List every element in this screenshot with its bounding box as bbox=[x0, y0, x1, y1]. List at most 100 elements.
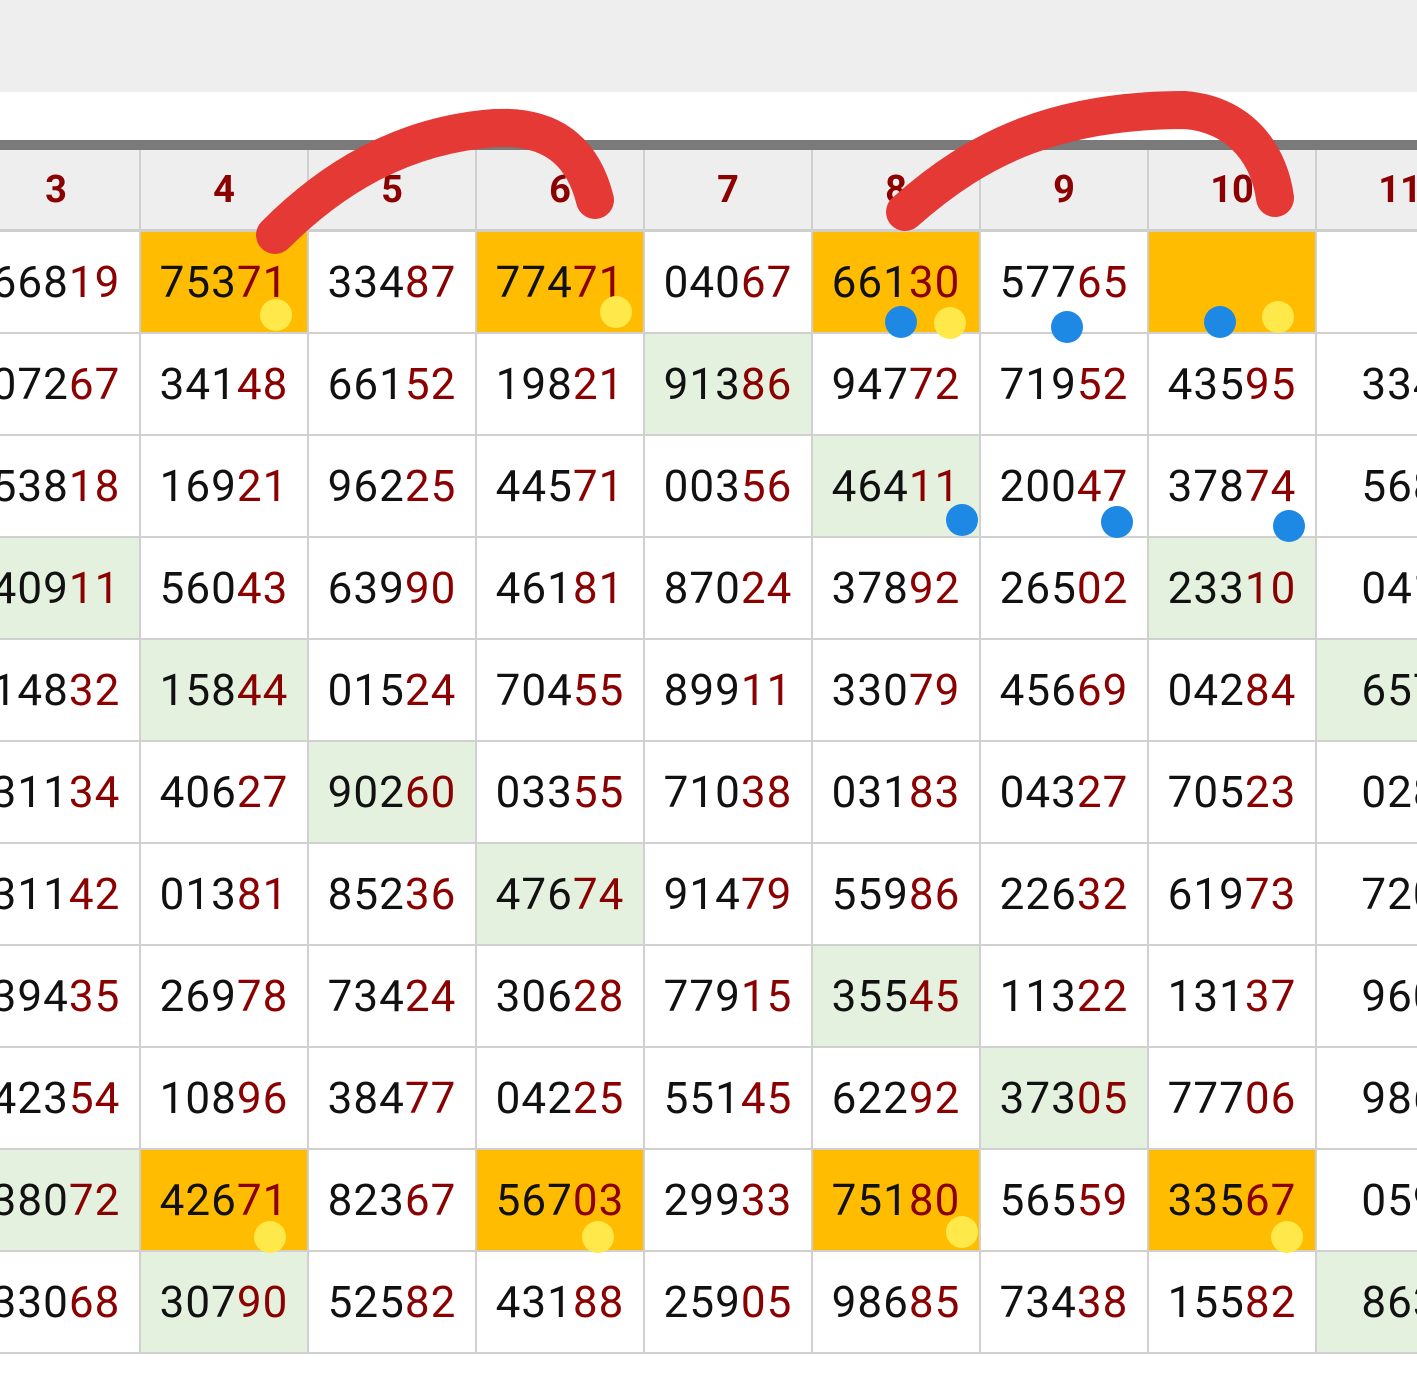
column-header-8: 8 bbox=[813, 150, 981, 232]
number-prefix: 409 bbox=[0, 562, 69, 614]
table-cell: 334 bbox=[1317, 334, 1417, 436]
table-cell: 986 85 bbox=[813, 1252, 981, 1354]
table-cell: 902 60 bbox=[309, 742, 477, 844]
number-prefix: 476 bbox=[495, 868, 573, 920]
number-suffix: 82 bbox=[1244, 1276, 1297, 1328]
table-cell: 619 73 bbox=[1149, 844, 1317, 946]
number-prefix: 525 bbox=[327, 1276, 405, 1328]
table-cell: 568 bbox=[1317, 436, 1417, 538]
number-suffix: 28 bbox=[572, 970, 625, 1022]
table-cell: 914 79 bbox=[645, 844, 813, 946]
table-cell: 169 21 bbox=[141, 436, 309, 538]
number-suffix: 52 bbox=[1076, 358, 1129, 410]
number-prefix: 378 bbox=[831, 562, 909, 614]
number-prefix: 265 bbox=[999, 562, 1077, 614]
blue-marker-dot bbox=[885, 306, 917, 338]
table-cell: 033 55 bbox=[477, 742, 645, 844]
column-header-3: 3 bbox=[0, 150, 141, 232]
table-cell: 059 bbox=[1317, 1150, 1417, 1252]
table-cell: 042 84 bbox=[1149, 640, 1317, 742]
number-prefix: 059 bbox=[1361, 1174, 1417, 1226]
number-prefix: 734 bbox=[327, 970, 405, 1022]
number-prefix: 962 bbox=[327, 460, 405, 512]
number-suffix: 25 bbox=[404, 460, 457, 512]
number-suffix: 33 bbox=[740, 1174, 793, 1226]
column-header-11: 11 bbox=[1317, 150, 1417, 232]
table-cell: 704 55 bbox=[477, 640, 645, 742]
number-prefix: 913 bbox=[663, 358, 741, 410]
table-cell: 779 15 bbox=[645, 946, 813, 1048]
number-prefix: 169 bbox=[159, 460, 237, 512]
table-cell: 406 27 bbox=[141, 742, 309, 844]
number-prefix: 710 bbox=[663, 766, 741, 818]
number-prefix: 198 bbox=[495, 358, 573, 410]
number-suffix: 55 bbox=[572, 664, 625, 716]
column-header-7: 7 bbox=[645, 150, 813, 232]
number-suffix: 35 bbox=[68, 970, 121, 1022]
number-suffix: 18 bbox=[68, 460, 121, 512]
number-suffix: 43 bbox=[236, 562, 289, 614]
number-prefix: 394 bbox=[0, 970, 69, 1022]
table-cell: 378 92 bbox=[813, 538, 981, 640]
number-prefix: 870 bbox=[663, 562, 741, 614]
table-cell: 384 77 bbox=[309, 1048, 477, 1150]
number-prefix: 619 bbox=[1167, 868, 1245, 920]
table-cell: 525 82 bbox=[309, 1252, 477, 1354]
yellow-marker-dot bbox=[934, 307, 966, 339]
column-header-4: 4 bbox=[141, 150, 309, 232]
top-bar bbox=[0, 0, 1417, 92]
number-prefix: 431 bbox=[495, 1276, 573, 1328]
number-prefix: 259 bbox=[663, 1276, 741, 1328]
table-cell: 355 45 bbox=[813, 946, 981, 1048]
table-cell: 734 24 bbox=[309, 946, 477, 1048]
number-prefix: 015 bbox=[327, 664, 405, 716]
number-prefix: 043 bbox=[999, 766, 1077, 818]
number-prefix: 335 bbox=[1167, 1174, 1245, 1226]
number-prefix: 774 bbox=[495, 256, 573, 308]
number-prefix: 311 bbox=[0, 766, 69, 818]
table-cell: 330 79 bbox=[813, 640, 981, 742]
yellow-marker-dot bbox=[254, 1221, 286, 1253]
number-suffix: 32 bbox=[1076, 868, 1129, 920]
yellow-marker-dot bbox=[1271, 1221, 1303, 1253]
table-cell: 661 52 bbox=[309, 334, 477, 436]
table-cell: 042 25 bbox=[477, 1048, 645, 1150]
table-cell: 299 33 bbox=[645, 1150, 813, 1252]
number-suffix: 27 bbox=[236, 766, 289, 818]
table-cell: 567 03 bbox=[477, 1150, 645, 1252]
number-suffix: 59 bbox=[1076, 1174, 1129, 1226]
number-suffix: 67 bbox=[404, 1174, 457, 1226]
number-prefix: 003 bbox=[663, 460, 741, 512]
number-suffix: 67 bbox=[740, 256, 793, 308]
number-suffix: 30 bbox=[908, 256, 961, 308]
number-prefix: 734 bbox=[999, 1276, 1077, 1328]
table-cell: 565 59 bbox=[981, 1150, 1149, 1252]
number-suffix: 90 bbox=[236, 1276, 289, 1328]
column-header-6: 6 bbox=[477, 150, 645, 232]
number-prefix: 384 bbox=[327, 1072, 405, 1124]
number-prefix: 378 bbox=[1167, 460, 1245, 512]
number-prefix: 072 bbox=[0, 358, 69, 410]
table-cell: 445 71 bbox=[477, 436, 645, 538]
number-prefix: 042 bbox=[1167, 664, 1245, 716]
table-cell: 852 36 bbox=[309, 844, 477, 946]
table-cell: 734 38 bbox=[981, 1252, 1149, 1354]
number-prefix: 306 bbox=[495, 970, 573, 1022]
number-suffix: 10 bbox=[1244, 562, 1297, 614]
number-suffix: 21 bbox=[236, 460, 289, 512]
number-prefix: 753 bbox=[159, 256, 237, 308]
number-suffix: 74 bbox=[572, 868, 625, 920]
table-cell: 431 88 bbox=[477, 1252, 645, 1354]
table-cell: 148 32 bbox=[0, 640, 141, 742]
number-prefix: 426 bbox=[159, 1174, 237, 1226]
number-suffix: 87 bbox=[404, 256, 457, 308]
table-top-border bbox=[0, 140, 1417, 150]
number-suffix: 54 bbox=[68, 1072, 121, 1124]
table-cell: 960 bbox=[1317, 946, 1417, 1048]
number-suffix: 22 bbox=[1076, 970, 1129, 1022]
table-cell: 435 95 bbox=[1149, 334, 1317, 436]
number-suffix: 88 bbox=[572, 1276, 625, 1328]
table-cell: 461 81 bbox=[477, 538, 645, 640]
table-cell: 777 06 bbox=[1149, 1048, 1317, 1150]
table-cell: 423 54 bbox=[0, 1048, 141, 1150]
